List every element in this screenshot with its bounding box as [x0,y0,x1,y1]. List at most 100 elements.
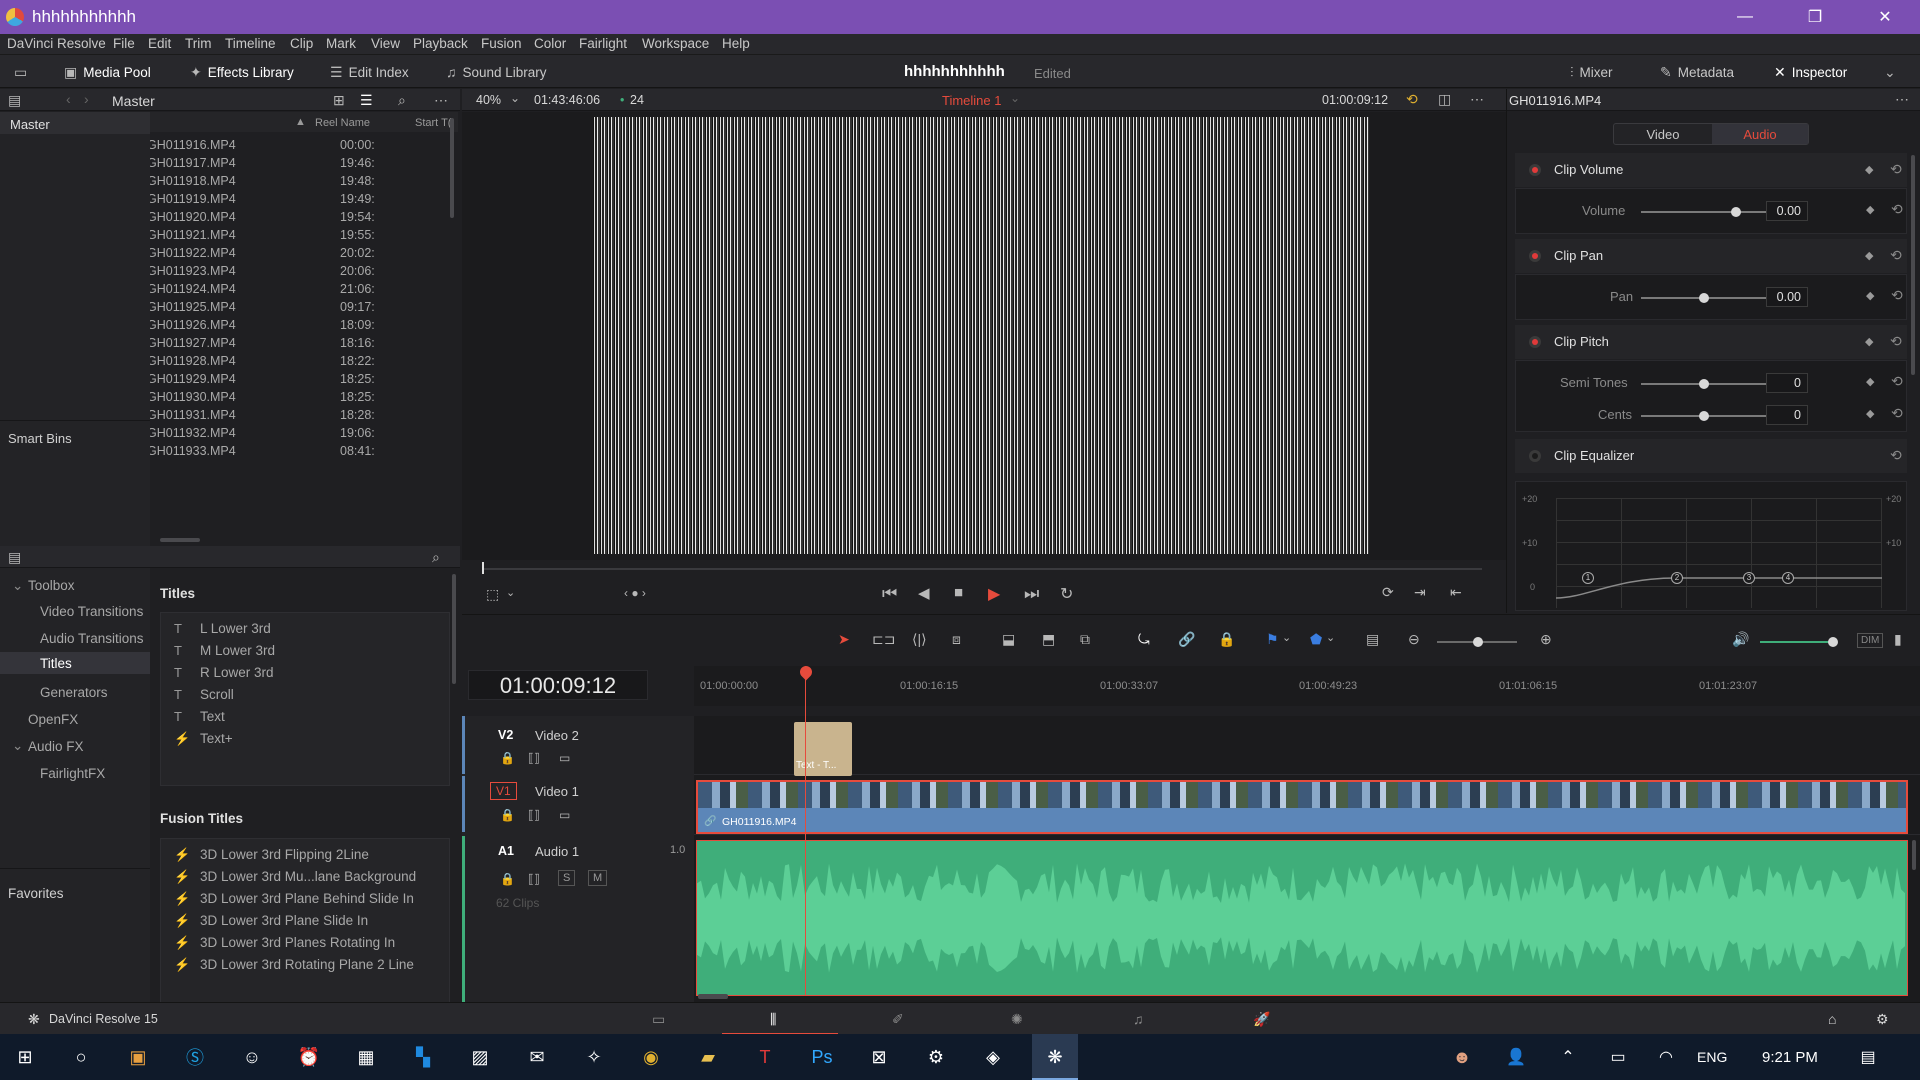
tree-audio-transitions[interactable]: Audio Transitions [40,631,144,646]
effects-library-button[interactable]: ✦ Effects Library [190,61,294,83]
stop-icon[interactable]: ■ [954,584,963,601]
zoom-chevron-icon[interactable]: ⌄ [510,91,520,105]
menu-timeline[interactable]: Timeline [225,36,276,51]
clip-list-hscrollbar[interactable] [160,538,200,542]
clip-row[interactable]: GH011933.MP4 08:41: [150,440,450,462]
timeline-view-options-icon[interactable]: ▤ [1366,631,1379,648]
clip-eq-graph[interactable]: +20 +10 0 +20 +10 1 2 3 4 [1515,481,1907,611]
reset-icon[interactable]: ⟲ [1890,247,1902,264]
tab-video[interactable]: Video [1614,124,1712,144]
menu-workspace[interactable]: Workspace [642,36,709,51]
fairlight-page-icon[interactable]: ♫ [1133,1011,1144,1027]
reset-icon[interactable]: ⟲ [1891,287,1903,304]
play-icon[interactable]: ▶ [988,584,1000,604]
a1-id[interactable]: A1 [498,844,514,858]
reset-icon[interactable]: ⟲ [1891,373,1903,390]
system-clock[interactable]: 9:21 PM [1762,1049,1818,1066]
v1-id[interactable]: V1 [490,782,517,800]
fusion-title-item[interactable]: ⚡ 3D Lower 3rd Rotating Plane 2 Line [160,954,450,976]
resolve-taskbar-item[interactable]: ❋ [1032,1034,1078,1080]
chevron-down-icon[interactable]: ⌄ [1326,631,1335,644]
marker-icon[interactable]: ⬟ [1310,631,1322,648]
alarm-icon[interactable]: ⏰ [295,1043,323,1071]
selection-tool-icon[interactable]: ➤ [838,631,850,648]
app-icon-3[interactable]: ✧ [580,1043,608,1071]
linked-selection-icon[interactable]: 🔗 [1178,631,1195,648]
loop-icon[interactable]: ↻ [1060,584,1073,604]
menu-color[interactable]: Color [534,36,566,51]
v2-id[interactable]: V2 [498,728,513,742]
timeline-vscrollbar[interactable] [1912,840,1916,870]
sound-library-button[interactable]: ♫ Sound Library [446,61,547,83]
zoom-out-icon[interactable]: ⊖ [1408,631,1420,648]
clip-pan-toggle[interactable] [1529,250,1541,262]
volume-meter-slider[interactable] [1760,637,1838,647]
playhead-line[interactable] [805,666,806,996]
pan-slider-knob[interactable] [1699,293,1709,303]
video-clip[interactable]: 🔗 GH011916.MP4 [696,780,1908,834]
pan-value[interactable]: 0.00 [1766,287,1808,307]
dim-button[interactable]: DIM [1857,633,1884,648]
zoom-in-icon[interactable]: ⊕ [1540,631,1552,648]
chevron-down-icon[interactable]: ⌄ [1282,631,1291,644]
fusion-title-item[interactable]: ⚡ 3D Lower 3rd Plane Behind Slide In [160,888,450,910]
crop-icon[interactable]: ⬚ [486,586,499,603]
v2-lock-icon[interactable]: 🔒 [500,751,515,765]
home-icon[interactable]: ⌂ [1828,1011,1836,1027]
title-effect-item[interactable]: T M Lower 3rd [160,640,450,662]
menu-trim[interactable]: Trim [185,36,212,51]
scrubber-track[interactable] [482,568,1482,570]
dual-viewer-icon[interactable]: ◫ [1438,91,1451,108]
skype-icon[interactable]: Ⓢ [181,1043,209,1071]
inspector-more-icon[interactable]: ⋯ [1895,91,1909,108]
v1-disable-icon[interactable]: ▭ [559,808,570,822]
tree-openfx[interactable]: OpenFX [28,712,78,727]
meter-icon[interactable]: ▮ [1894,631,1902,648]
zoom-slider[interactable] [1437,637,1517,647]
play-reverse-icon[interactable]: ◀ [918,584,930,602]
user-avatar[interactable]: ☻ [1448,1043,1476,1071]
trim-tool-icon[interactable]: ⊏⊐ [872,631,895,648]
settings-app-icon[interactable]: ⚙ [922,1043,950,1071]
eq-band-3[interactable]: 3 [1743,572,1755,584]
reset-icon[interactable]: ⟲ [1891,405,1903,422]
volume-meter-knob[interactable] [1828,637,1838,647]
v2-auto-select-icon[interactable]: ⟦⟧ [528,751,540,765]
sync-icon[interactable]: ⟲ [1406,91,1418,108]
eq-band-4[interactable]: 4 [1782,572,1794,584]
timeline-timecode[interactable]: 01:00:09:12 [468,670,648,700]
eq-band-2[interactable]: 2 [1671,572,1683,584]
semitones-slider-knob[interactable] [1699,379,1709,389]
forward-icon[interactable]: › [84,91,89,107]
effects-scrollbar[interactable] [452,574,456,684]
media-page-icon[interactable]: ▭ [652,1011,665,1028]
a1-mute-button[interactable]: M [588,870,608,886]
v1-lock-icon[interactable]: 🔒 [500,808,515,822]
fusion-title-item[interactable]: ⚡ 3D Lower 3rd Planes Rotating In [160,932,450,954]
go-to-start-icon[interactable]: ⏮ [882,584,897,604]
sort-icon[interactable]: ▲ [295,116,306,128]
battery-icon[interactable]: ▭ [1604,1043,1632,1071]
app-icon-6[interactable]: ◈ [979,1043,1007,1071]
inspector-button[interactable]: ✕ Inspector [1774,61,1847,83]
dynamic-trim-icon[interactable]: ⟨|⟩ [912,631,927,648]
chevron-down-icon[interactable]: ⌄ [506,586,515,599]
edit-index-button[interactable]: ☰ Edit Index [330,61,409,83]
scrubber-playhead[interactable] [482,562,484,574]
menu-edit[interactable]: Edit [148,36,171,51]
smart-bins-label[interactable]: Smart Bins [8,431,72,446]
minimize-button[interactable]: — [1710,0,1780,34]
tree-generators[interactable]: Generators [40,685,108,700]
volume-value[interactable]: 0.00 [1766,201,1808,221]
close-button[interactable]: ✕ [1850,0,1920,34]
audio-clip[interactable] [696,840,1908,996]
mixer-button[interactable]: ⫶ Mixer [1570,61,1613,83]
title-effect-item[interactable]: T Scroll [160,684,450,706]
col-start-tc[interactable]: Start T( [415,117,451,129]
keyframe-icon[interactable]: ◆ [1866,375,1874,388]
overwrite-clip-icon[interactable]: ⬒ [1042,631,1055,648]
v1-auto-select-icon[interactable]: ⟦⟧ [528,808,540,822]
app-icon-5[interactable]: ⊠ [865,1043,893,1071]
expand-button[interactable]: ⌄ [1884,61,1896,83]
app-icon-1[interactable]: ▣ [124,1043,152,1071]
